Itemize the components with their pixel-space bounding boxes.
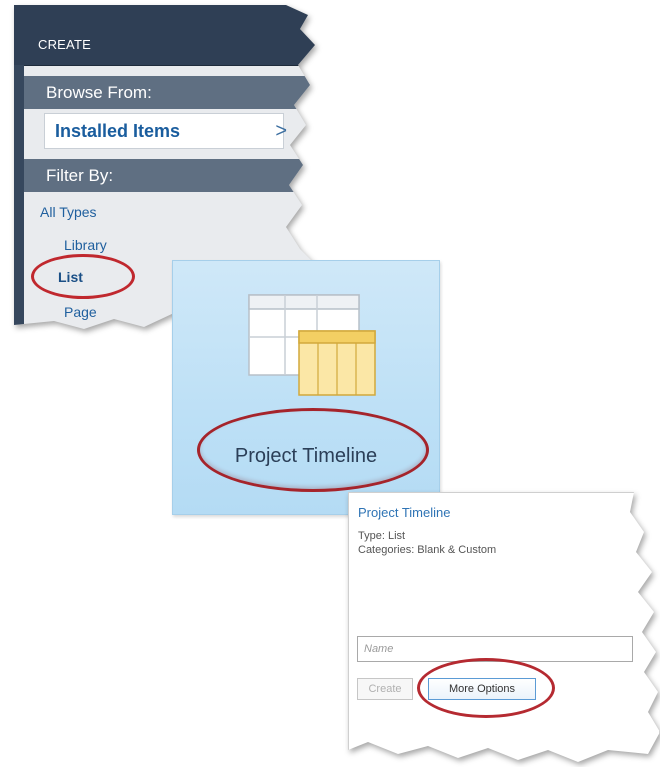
details-categories: Categories: Blank & Custom (358, 544, 497, 556)
details-panel-body: Project Timeline Type: List Categories: … (348, 492, 660, 762)
project-timeline-tile[interactable]: Project Timeline (172, 260, 440, 515)
side-bar (14, 65, 24, 325)
filter-all-types[interactable]: All Types (40, 204, 97, 220)
tile-highlight-circle (197, 408, 429, 492)
filter-page[interactable]: Page (64, 304, 97, 320)
create-header: CREATE (14, 5, 315, 66)
list-table-icon (248, 294, 376, 396)
details-title: Project Timeline (358, 505, 451, 520)
details-panel: Project Timeline Type: List Categories: … (348, 492, 660, 767)
more-options-highlight-circle (417, 658, 555, 718)
browse-from-heading: Browse From: (24, 76, 315, 109)
create-button[interactable]: Create (357, 678, 413, 700)
filter-by-heading: Filter By: (24, 159, 315, 192)
create-title: CREATE (38, 37, 91, 52)
list-highlight-circle (31, 254, 135, 299)
installed-items-button[interactable]: Installed Items > (44, 113, 287, 149)
installed-items-label: Installed Items (55, 121, 181, 141)
details-type: Type: List (358, 530, 406, 542)
chevron-right-icon: > (275, 120, 287, 142)
filter-library[interactable]: Library (64, 237, 107, 253)
